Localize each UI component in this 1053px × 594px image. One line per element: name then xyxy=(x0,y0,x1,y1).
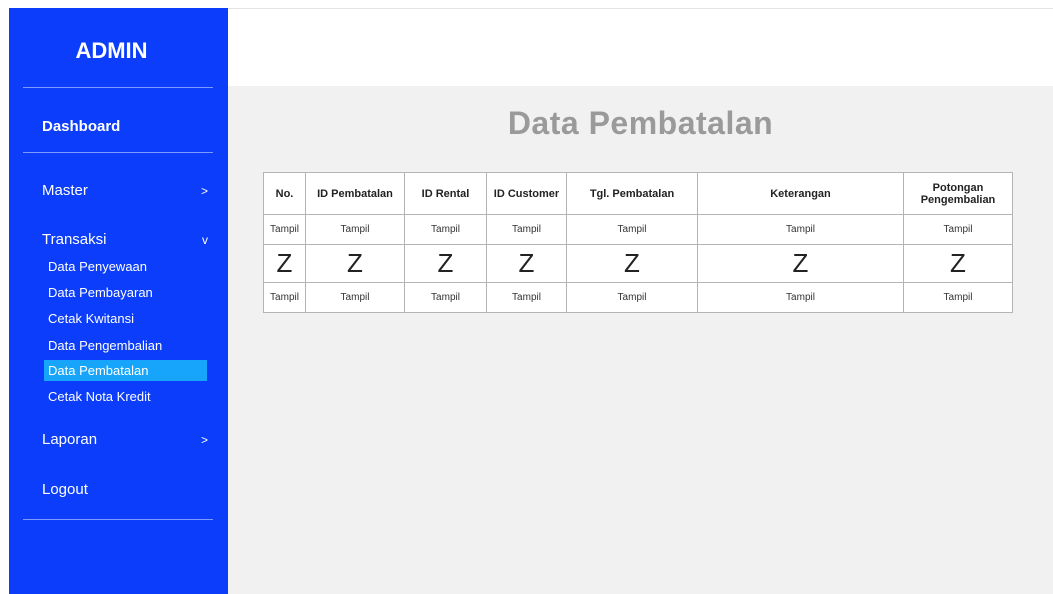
sidebar-item-logout[interactable]: Logout xyxy=(42,481,212,498)
divider xyxy=(23,87,213,88)
chevron-down-icon: v xyxy=(202,232,208,247)
sidebar-item-dashboard[interactable]: Dashboard xyxy=(42,118,120,135)
table-cell: Tampil xyxy=(404,282,487,313)
divider xyxy=(23,152,213,153)
table-cell: Z xyxy=(305,244,405,283)
content-area: Data Pembatalan No. ID Pembatalan ID Ren… xyxy=(228,86,1053,594)
sidebar-item-label: Master xyxy=(42,182,88,199)
table-cell: Tampil xyxy=(566,214,698,245)
brand-title: ADMIN xyxy=(75,38,148,63)
table-cell: Tampil xyxy=(404,214,487,245)
sidebar-item-label: Laporan xyxy=(42,431,98,448)
table-row[interactable]: Tampil Tampil Tampil Tampil Tampil Tampi… xyxy=(263,282,1013,313)
column-header-id-rental: ID Rental xyxy=(404,172,487,215)
table-cell: Z xyxy=(263,244,306,283)
table-cell: Z xyxy=(566,244,698,283)
sidebar-item-laporan[interactable]: Laporan > xyxy=(42,431,212,448)
table-cell: Tampil xyxy=(903,282,1013,313)
column-header-id-pembatalan: ID Pembatalan xyxy=(305,172,405,215)
column-header-keterangan: Keterangan xyxy=(697,172,904,215)
table-cell: Z xyxy=(697,244,904,283)
chevron-right-icon: > xyxy=(200,432,208,447)
divider xyxy=(23,519,213,520)
column-header-potongan-pengembalian: Potongan Pengembalian xyxy=(903,172,1013,215)
top-bar xyxy=(228,8,1053,87)
table-row[interactable]: Tampil Tampil Tampil Tampil Tampil Tampi… xyxy=(263,214,1013,245)
table-cell: Z xyxy=(903,244,1013,283)
table-cell: Tampil xyxy=(697,282,904,313)
sidebar-item-label: Logout xyxy=(42,481,88,498)
submenu-data-pengembalian[interactable]: Data Pengembalian xyxy=(44,335,207,356)
table-cell: Z xyxy=(486,244,567,283)
table-cell: Z xyxy=(404,244,487,283)
chevron-right-icon: > xyxy=(200,183,208,198)
table-cell: Tampil xyxy=(903,214,1013,245)
column-header-id-customer: ID Customer xyxy=(486,172,567,215)
table-cell: Tampil xyxy=(263,282,306,313)
submenu-cetak-kwitansi[interactable]: Cetak Kwitansi xyxy=(44,308,207,329)
sidebar-item-master[interactable]: Master > xyxy=(42,182,212,199)
submenu-data-pembayaran[interactable]: Data Pembayaran xyxy=(44,282,207,303)
table-cell: Tampil xyxy=(566,282,698,313)
page-title: Data Pembatalan xyxy=(507,105,774,141)
table-cell: Tampil xyxy=(486,282,567,313)
table-cell: Tampil xyxy=(697,214,904,245)
table-cell: Tampil xyxy=(305,282,405,313)
submenu-data-penyewaan[interactable]: Data Penyewaan xyxy=(44,256,207,277)
table-row[interactable]: Z Z Z Z Z Z Z xyxy=(263,244,1013,283)
submenu-data-pembatalan[interactable]: Data Pembatalan xyxy=(44,360,207,381)
sidebar: ADMIN Dashboard Master > Transaksi v Dat… xyxy=(9,8,228,594)
column-header-no: No. xyxy=(263,172,306,215)
sidebar-item-label: Transaksi xyxy=(42,231,107,248)
data-table: No. ID Pembatalan ID Rental ID Customer … xyxy=(263,172,1013,313)
submenu-cetak-nota-kredit[interactable]: Cetak Nota Kredit xyxy=(44,386,207,407)
table-header-row: No. ID Pembatalan ID Rental ID Customer … xyxy=(263,172,1013,215)
column-header-tgl-pembatalan: Tgl. Pembatalan xyxy=(566,172,698,215)
table-cell: Tampil xyxy=(486,214,567,245)
table-cell: Tampil xyxy=(305,214,405,245)
table-cell: Tampil xyxy=(263,214,306,245)
sidebar-item-transaksi[interactable]: Transaksi v xyxy=(42,231,212,248)
